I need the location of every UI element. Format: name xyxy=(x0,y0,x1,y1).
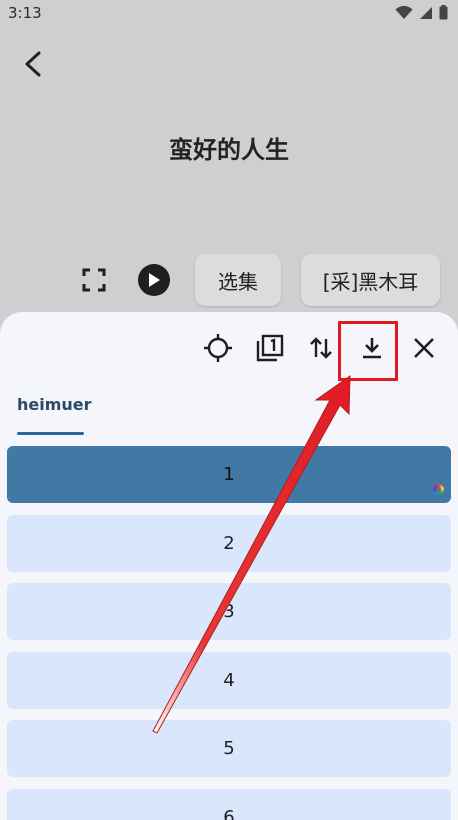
episode-label: 6 xyxy=(223,807,235,820)
episode-item-5[interactable]: 5 xyxy=(7,720,451,777)
fullscreen-button[interactable] xyxy=(82,268,106,292)
filter-button[interactable] xyxy=(254,332,286,364)
episode-item-6[interactable]: 6 xyxy=(7,789,451,820)
highlight-box xyxy=(338,321,398,381)
loading-icon xyxy=(433,484,444,495)
fullscreen-icon xyxy=(82,268,106,292)
back-button[interactable] xyxy=(18,48,50,80)
battery-icon xyxy=(439,5,448,20)
source-button[interactable]: [采]黑木耳 xyxy=(301,254,440,306)
locate-button[interactable] xyxy=(202,332,234,364)
back-arrow-icon xyxy=(25,51,41,77)
filter-1-icon xyxy=(256,334,284,362)
episode-item-4[interactable]: 4 xyxy=(7,652,451,709)
episode-label: 3 xyxy=(223,601,235,622)
signal-icon xyxy=(420,6,432,19)
episode-item-1[interactable]: 1 xyxy=(7,446,451,503)
page-title: 蛮好的人生 xyxy=(169,136,289,164)
episode-label: 5 xyxy=(223,738,235,759)
status-icons xyxy=(395,5,448,20)
episodes-button[interactable]: 选集 xyxy=(195,254,281,306)
tab-heimuer[interactable]: heimuer xyxy=(17,395,92,414)
tab-indicator xyxy=(17,432,84,435)
play-button[interactable] xyxy=(138,264,170,296)
close-button[interactable] xyxy=(408,332,440,364)
locate-icon xyxy=(204,334,232,362)
play-icon xyxy=(149,273,160,287)
episode-item-2[interactable]: 2 xyxy=(7,515,451,572)
close-icon xyxy=(414,338,434,358)
sort-button[interactable] xyxy=(305,332,337,364)
episode-label: 1 xyxy=(223,464,235,485)
status-bar: 3:13 xyxy=(0,0,458,28)
episode-label: 2 xyxy=(223,533,235,554)
episode-sheet: heimuer 1 2 3 4 5 6 xyxy=(0,312,458,820)
status-time: 3:13 xyxy=(8,4,42,22)
wifi-icon xyxy=(395,5,413,19)
sort-icon xyxy=(310,337,332,359)
episode-label: 4 xyxy=(223,670,235,691)
episode-item-3[interactable]: 3 xyxy=(7,583,451,640)
